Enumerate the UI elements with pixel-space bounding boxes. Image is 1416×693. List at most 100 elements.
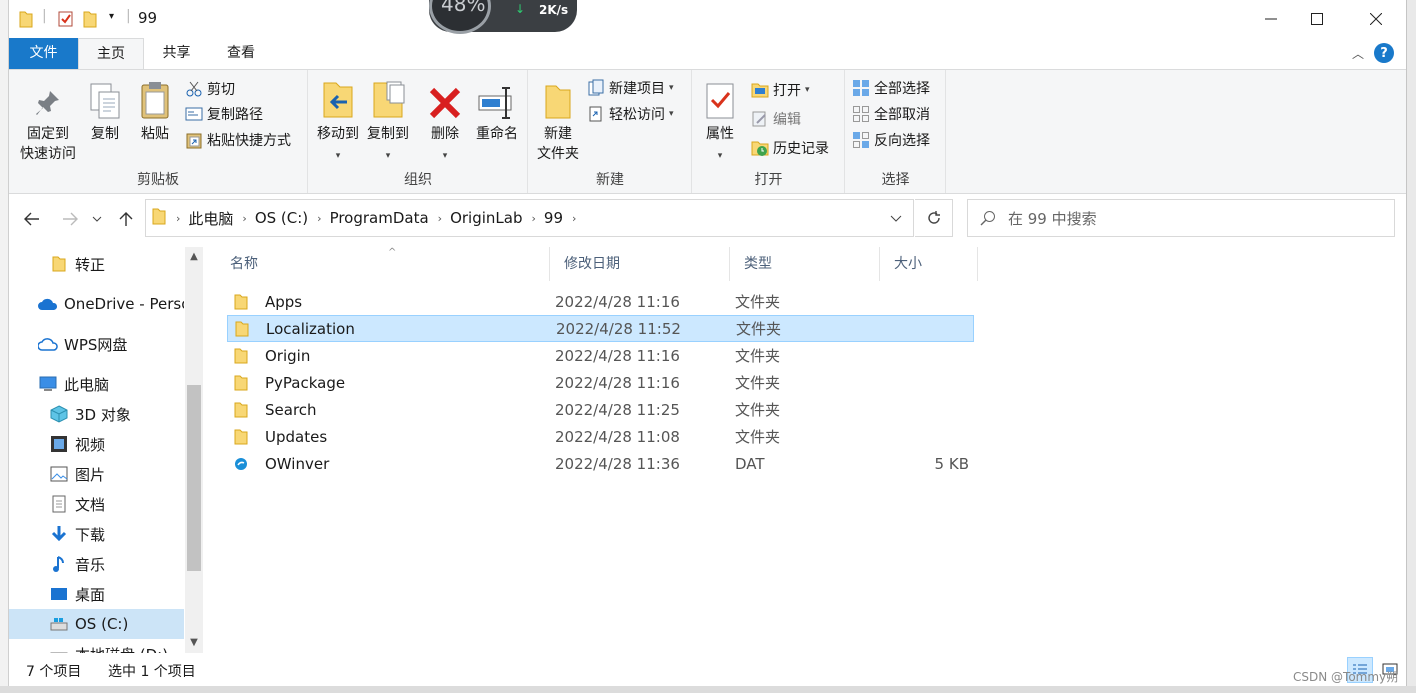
cut-label: 剪切 <box>207 82 235 98</box>
column-header-name[interactable]: 名称 <box>216 247 550 281</box>
invert-selection-button[interactable]: 反向选择 <box>852 128 930 152</box>
delete-x-icon <box>423 76 467 120</box>
file-name: OWinver <box>265 455 330 473</box>
open-button[interactable]: 打开 ▾ <box>751 78 810 102</box>
file-row[interactable]: Updates 2022/4/28 11:08 文件夹 <box>227 424 974 451</box>
copy-path-button[interactable]: 复制路径 <box>185 102 263 126</box>
file-date: 2022/4/28 11:52 <box>556 320 681 338</box>
background-taskbar-edge <box>0 686 1416 693</box>
file-row[interactable]: Apps 2022/4/28 11:16 文件夹 <box>227 289 974 316</box>
new-folder-quick-icon[interactable] <box>83 10 97 28</box>
file-date: 2022/4/28 11:16 <box>555 374 680 392</box>
paste-button[interactable]: 粘贴 <box>135 76 175 144</box>
crumb-os-c[interactable]: OS (C:) <box>247 209 317 227</box>
crumb-99[interactable]: 99 <box>536 209 572 227</box>
file-date: 2022/4/28 11:36 <box>555 455 680 473</box>
forward-button[interactable] <box>58 207 82 231</box>
chevron-right-icon[interactable]: › <box>572 212 576 225</box>
nav-item-wps[interactable]: WPS网盘 <box>9 329 184 359</box>
crumb-this-pc[interactable]: 此电脑 <box>180 208 242 229</box>
edit-button[interactable]: 编辑 <box>751 107 801 131</box>
folder-icon <box>233 375 249 391</box>
crumb-programdata[interactable]: ProgramData <box>322 209 438 227</box>
file-row[interactable]: PyPackage 2022/4/28 11:16 文件夹 <box>227 370 974 397</box>
tab-file[interactable]: 文件 <box>9 38 78 69</box>
new-item-dropdown-icon: ▾ <box>669 83 674 93</box>
file-row-selected[interactable]: Localization 2022/4/28 11:52 文件夹 <box>227 315 974 342</box>
minimize-button[interactable] <box>1248 0 1294 38</box>
nav-label: 下载 <box>75 525 106 544</box>
nav-item-local-disk-d[interactable]: 本地磁盘 (D:) <box>9 639 184 653</box>
video-icon <box>49 434 69 454</box>
cut-button[interactable]: 剪切 <box>185 77 235 101</box>
move-to-button[interactable]: 移动到 ▾ <box>313 76 363 166</box>
history-button[interactable]: 历史记录 <box>751 136 829 160</box>
rename-label: 重命名 <box>476 126 518 142</box>
search-icon <box>968 210 1008 226</box>
network-speed-widget: 48% ↓ 2K/s <box>429 0 577 34</box>
close-button[interactable] <box>1353 0 1399 38</box>
nav-item-this-pc[interactable]: 此电脑 <box>9 369 184 399</box>
select-all-button[interactable]: 全部选择 <box>852 76 930 100</box>
file-row[interactable]: Search 2022/4/28 11:25 文件夹 <box>227 397 974 424</box>
nav-item-downloads[interactable]: 下载 <box>9 519 184 549</box>
search-box[interactable]: 在 99 中搜索 <box>967 199 1395 237</box>
properties-button[interactable]: 属性 ▾ <box>699 76 741 166</box>
nav-item-3d-objects[interactable]: 3D 对象 <box>9 399 184 429</box>
nav-item-videos[interactable]: 视频 <box>9 429 184 459</box>
scroll-thumb[interactable] <box>187 385 201 571</box>
nav-item-os-c[interactable]: OS (C:) <box>9 609 184 639</box>
help-icon[interactable]: ? <box>1374 43 1394 63</box>
tab-share[interactable]: 共享 <box>149 38 204 69</box>
nav-item-pictures[interactable]: 图片 <box>9 459 184 489</box>
search-input[interactable]: 在 99 中搜索 <box>1008 208 1097 229</box>
rename-button[interactable]: 重命名 <box>471 76 523 144</box>
address-history-dropdown[interactable] <box>879 200 913 236</box>
nav-label: 此电脑 <box>64 375 110 394</box>
collapse-ribbon-icon[interactable]: ︿ <box>1352 45 1364 62</box>
copy-to-button[interactable]: 复制到 ▾ <box>363 76 413 166</box>
nav-item-documents[interactable]: 文档 <box>9 489 184 519</box>
folder-icon <box>234 321 250 337</box>
pin-to-quick-access-button[interactable]: 固定到 快速访问 <box>15 76 81 164</box>
group-new-label: 新建 <box>596 172 624 188</box>
tab-home[interactable]: 主页 <box>78 38 144 70</box>
nav-item-music[interactable]: 音乐 <box>9 549 184 579</box>
new-folder-button[interactable]: 新建 文件夹 <box>533 76 583 164</box>
copy-path-icon <box>185 105 203 123</box>
file-row[interactable]: Origin 2022/4/28 11:16 文件夹 <box>227 343 974 370</box>
address-bar[interactable]: › 此电脑 › OS (C:) › ProgramData › OriginLa… <box>145 199 914 237</box>
scissors-icon <box>185 80 203 98</box>
nav-item-desktop[interactable]: 桌面 <box>9 579 184 609</box>
column-header-date[interactable]: 修改日期 <box>550 247 730 281</box>
properties-quick-icon[interactable] <box>57 10 75 28</box>
nav-item-zhuanzheng[interactable]: 转正 <box>9 249 184 279</box>
ribbon-tabs: 文件 主页 共享 查看 ︿ ? <box>9 38 1406 70</box>
nav-item-onedrive[interactable]: OneDrive - Perso <box>9 289 184 319</box>
column-header-size[interactable]: 大小 <box>880 247 978 281</box>
column-header-type[interactable]: 类型 <box>730 247 880 281</box>
quick-access-dropdown-icon[interactable]: ▾ <box>109 11 114 29</box>
nav-scrollbar[interactable]: ▲ ▼ <box>185 247 203 653</box>
delete-button[interactable]: 删除 ▾ <box>423 76 467 166</box>
refresh-button[interactable] <box>915 199 953 237</box>
recent-locations-button[interactable] <box>89 207 105 231</box>
copy-button[interactable]: 复制 <box>85 76 125 144</box>
group-select: 全部选择 全部取消 反向选择 选择 <box>846 70 946 193</box>
maximize-button[interactable] <box>1294 0 1340 38</box>
file-date: 2022/4/28 11:25 <box>555 401 680 419</box>
back-button[interactable] <box>20 207 44 231</box>
tab-view[interactable]: 查看 <box>209 38 273 69</box>
easy-access-button[interactable]: 轻松访问 ▾ <box>587 102 674 126</box>
select-none-button[interactable]: 全部取消 <box>852 102 930 126</box>
new-item-button[interactable]: 新建项目 ▾ <box>587 76 674 100</box>
up-button[interactable] <box>114 207 138 231</box>
file-row[interactable]: OWinver 2022/4/28 11:36 DAT 5 KB <box>227 451 974 478</box>
onedrive-icon <box>38 294 58 314</box>
drive-icon <box>49 614 69 634</box>
crumb-originlab[interactable]: OriginLab <box>442 209 531 227</box>
scroll-up-icon[interactable]: ▲ <box>185 251 203 262</box>
paste-shortcut-button[interactable]: 粘贴快捷方式 <box>185 128 291 152</box>
invert-selection-icon <box>852 131 870 149</box>
scroll-down-icon[interactable]: ▼ <box>185 637 203 648</box>
